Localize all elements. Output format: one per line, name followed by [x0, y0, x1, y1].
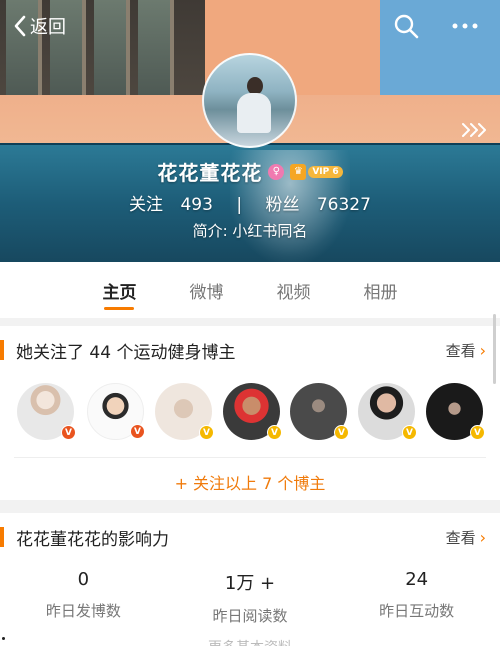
profile-name-row: 花花董花花 ♀ ♛ VIP 6: [0, 157, 500, 186]
edge-dot: [2, 637, 5, 640]
fans-count: 76327: [316, 195, 371, 215]
card-header: 她关注了 44 个运动健身博主 查看 ›: [0, 326, 500, 374]
tab-video[interactable]: 视频: [250, 262, 337, 318]
verified-badge-icon: V: [130, 424, 145, 439]
blogger-avatar[interactable]: V: [17, 383, 76, 440]
view-button[interactable]: 查看 ›: [446, 527, 486, 548]
tab-album[interactable]: 相册: [337, 262, 424, 318]
profile-intro: 简介: 小红书同名: [192, 222, 308, 240]
blogger-avatar[interactable]: V: [87, 383, 145, 440]
card-divider: [14, 457, 486, 458]
card-title: 她关注了 44 个运动健身博主: [16, 342, 236, 363]
blogger-avatar[interactable]: V: [358, 383, 417, 440]
blogger-avatar[interactable]: V: [155, 383, 214, 440]
profile-avatar[interactable]: [202, 53, 297, 148]
verified-badge-icon: V: [61, 425, 76, 440]
metric-label: 昨日阅读数: [212, 607, 288, 625]
verified-badge-icon: V: [267, 425, 282, 440]
influence-metrics: 0 昨日发博数 1万 + 昨日阅读数 24 昨日互动数: [0, 569, 500, 626]
search-icon[interactable]: [392, 12, 420, 40]
vip-level: VIP 6: [308, 165, 343, 178]
tab-weibo[interactable]: 微博: [163, 262, 250, 318]
verified-badge-icon: V: [470, 425, 485, 440]
scrollbar[interactable]: [493, 314, 496, 384]
vip-badge[interactable]: ♛ VIP 6: [290, 163, 343, 180]
chevron-right-icon: ›: [479, 528, 486, 547]
accent-bar: [0, 527, 4, 547]
expand-arrows-icon[interactable]: [460, 120, 488, 140]
back-button[interactable]: 返回: [12, 10, 66, 42]
back-label: 返回: [30, 17, 66, 38]
following-bloggers-card: 她关注了 44 个运动健身博主 查看 › V V V V V V V + 关注以…: [0, 326, 500, 500]
metric-value: 1万 +: [224, 573, 276, 594]
top-bar: 返回: [0, 0, 500, 52]
view-button[interactable]: 查看 ›: [446, 340, 486, 361]
view-label: 查看: [445, 529, 476, 547]
metric-interactions: 24 昨日互动数: [333, 569, 500, 626]
stats-separator: |: [236, 195, 243, 215]
fans-stat[interactable]: 粉丝 76327: [259, 195, 377, 215]
following-count: 493: [180, 195, 213, 215]
blogger-avatar[interactable]: V: [223, 383, 282, 440]
chevron-right-icon: ›: [479, 341, 486, 360]
accent-bar: [0, 340, 4, 360]
blogger-avatars: V V V V V V V: [0, 383, 500, 443]
verified-badge-icon: V: [199, 425, 214, 440]
metric-label: 昨日互动数: [379, 602, 455, 620]
follow-all-button[interactable]: + 关注以上 7 个博主: [0, 470, 500, 494]
card-header: 花花董花花的影响力 查看 ›: [0, 513, 500, 561]
profile-stats: 关注 493 | 粉丝 76327: [0, 190, 500, 215]
more-icon[interactable]: [450, 12, 480, 40]
following-stat[interactable]: 关注 493: [123, 195, 224, 215]
blogger-avatar[interactable]: V: [426, 383, 485, 440]
following-label: 关注: [129, 195, 164, 215]
metric-reads: 1万 + 昨日阅读数: [167, 569, 334, 626]
more-info-link[interactable]: 更多基本资料: [0, 637, 500, 646]
female-icon: ♀: [268, 163, 285, 180]
view-label: 查看: [445, 342, 476, 360]
verified-badge-icon: V: [334, 425, 349, 440]
profile-tabs: 主页 微博 视频 相册: [0, 262, 500, 318]
crown-icon: ♛: [290, 163, 307, 180]
metric-label: 昨日发博数: [45, 602, 121, 620]
fans-label: 粉丝: [265, 195, 300, 215]
blogger-avatar[interactable]: V: [290, 383, 349, 440]
metric-value: 24: [405, 569, 429, 590]
metric-value: 0: [77, 569, 90, 590]
influence-card: 花花董花花的影响力 查看 › 0 昨日发博数 1万 + 昨日阅读数 24 昨日互…: [0, 513, 500, 646]
card-title: 花花董花花的影响力: [16, 529, 169, 550]
tab-home[interactable]: 主页: [76, 262, 163, 318]
verified-badge-icon: V: [402, 425, 417, 440]
chevron-left-icon: [14, 15, 26, 37]
profile-name: 花花董花花: [157, 161, 263, 185]
metric-posts: 0 昨日发博数: [0, 569, 167, 626]
